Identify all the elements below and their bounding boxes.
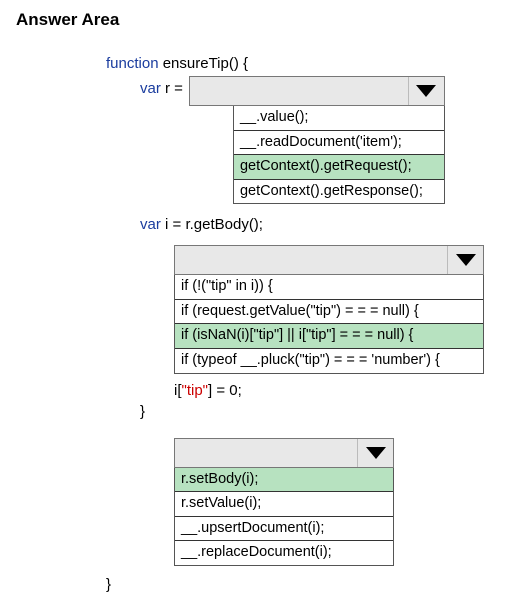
dropdown-2-value <box>175 246 447 274</box>
keyword-function: function <box>106 55 159 72</box>
dropdown-3-option[interactable]: r.setValue(i); <box>175 492 393 517</box>
dropdown-2-option[interactable]: if (typeof __.pluck("tip") = = = 'number… <box>175 349 483 373</box>
dropdown-3-value <box>175 439 357 467</box>
dropdown-2-option[interactable]: if (!("tip" in i)) { <box>175 275 483 300</box>
dropdown-1-options: __.value(); __.readDocument('item'); get… <box>233 106 445 204</box>
tip-assign-line: i["tip"] = 0; <box>106 382 506 399</box>
dropdown-1-value <box>190 77 408 105</box>
keyword-var: var <box>140 80 161 97</box>
dropdown-3-bar[interactable] <box>174 438 394 468</box>
dropdown-3-options: r.setBody(i); r.setValue(i); __.upsertDo… <box>174 468 394 566</box>
chevron-down-icon[interactable] <box>357 439 393 467</box>
var-i-line: var i = r.getBody(); <box>106 216 506 233</box>
fn-decl-line: function ensureTip() { <box>106 55 506 72</box>
dropdown-1-option[interactable]: getContext().getRequest(); <box>234 155 444 180</box>
dropdown-1-option[interactable]: __.readDocument('item'); <box>234 131 444 156</box>
dropdown-3[interactable]: r.setBody(i); r.setValue(i); __.upsertDo… <box>174 438 394 566</box>
var-r-line: var r = __.value(); __.readDocument('ite… <box>106 76 506 204</box>
i-getbody: i = r.getBody(); <box>161 216 263 233</box>
inner-brace-close: } <box>106 403 506 420</box>
tip-assign-post: ] = 0; <box>208 382 242 399</box>
dropdown-3-option[interactable]: __.replaceDocument(i); <box>175 541 393 565</box>
dropdown-2[interactable]: if (!("tip" in i)) { if (request.getValu… <box>174 245 484 373</box>
dropdown-1[interactable]: __.value(); __.readDocument('item'); get… <box>189 76 445 204</box>
code-block: function ensureTip() { var r = __.value(… <box>106 55 506 593</box>
page-title: Answer Area <box>16 10 506 30</box>
dropdown-2-option[interactable]: if (isNaN(i)["tip"] || i["tip"] = = = nu… <box>175 324 483 349</box>
fn-name: ensureTip() { <box>159 55 248 72</box>
keyword-var: var <box>140 216 161 233</box>
chevron-down-icon[interactable] <box>447 246 483 274</box>
dropdown-3-option[interactable]: r.setBody(i); <box>175 468 393 493</box>
dropdown-1-option[interactable]: __.value(); <box>234 106 444 131</box>
dropdown-2-option[interactable]: if (request.getValue("tip") = = = null) … <box>175 300 483 325</box>
outer-brace-close: } <box>106 576 506 593</box>
dropdown-1-bar[interactable] <box>189 76 445 106</box>
tip-string: "tip" <box>182 382 209 399</box>
dropdown-1-option[interactable]: getContext().getResponse(); <box>234 180 444 204</box>
tip-assign-pre: i[ <box>174 382 182 399</box>
chevron-down-icon[interactable] <box>408 77 444 105</box>
dropdown-2-bar[interactable] <box>174 245 484 275</box>
dropdown-2-options: if (!("tip" in i)) { if (request.getValu… <box>174 275 484 373</box>
dropdown-3-option[interactable]: __.upsertDocument(i); <box>175 517 393 542</box>
r-equals: r = <box>161 80 183 97</box>
